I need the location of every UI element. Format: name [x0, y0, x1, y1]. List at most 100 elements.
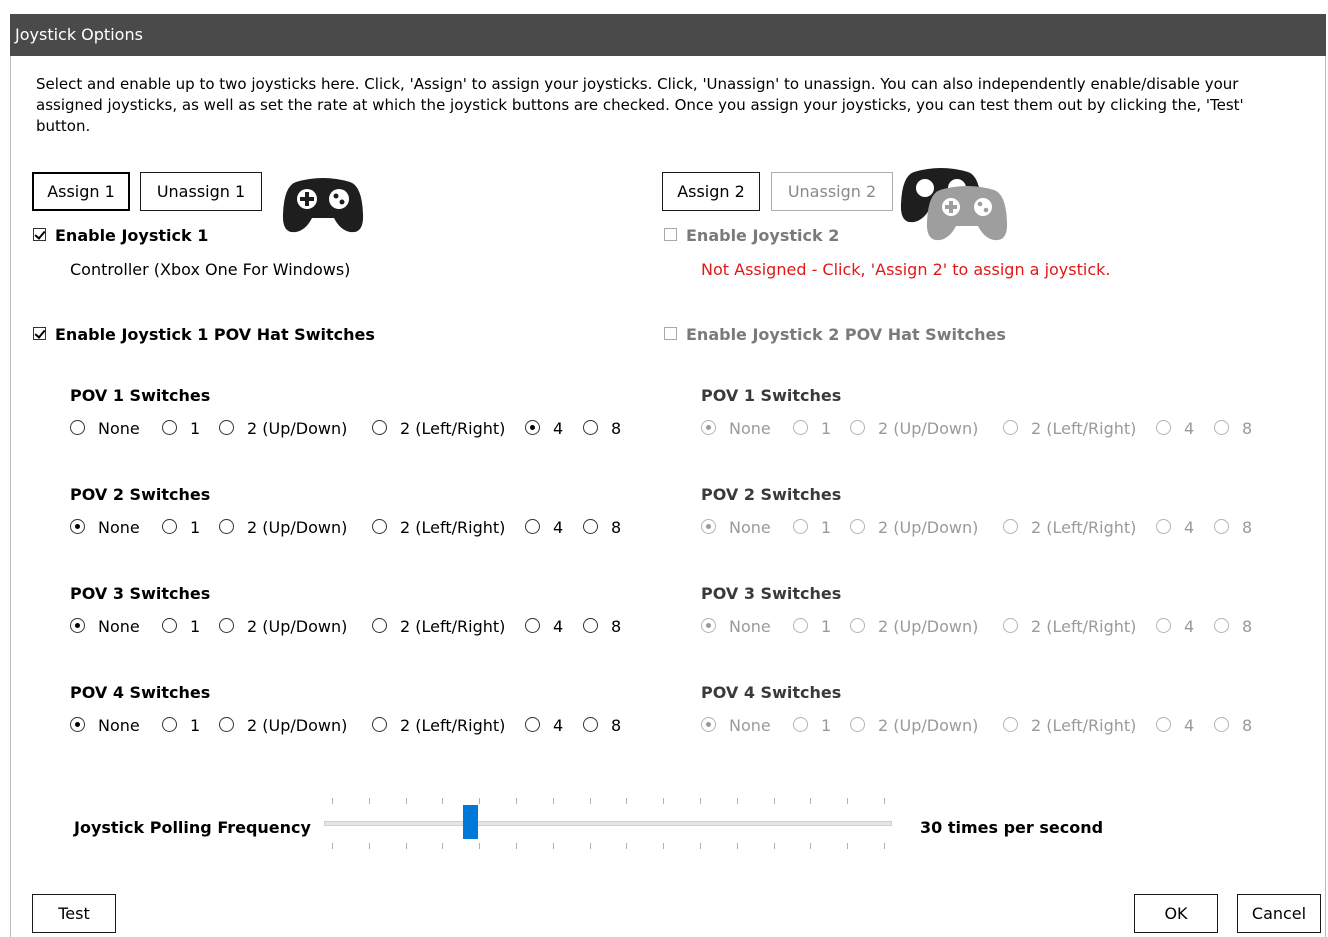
radio-option-label: 8 [1242, 419, 1253, 438]
slider-tick [405, 798, 407, 804]
radio-option-label: 1 [821, 617, 832, 636]
unassign-2-button[interactable]: Unassign 2 [771, 172, 893, 211]
slider-tick [663, 798, 665, 804]
slider-tick [479, 798, 481, 804]
pov-1-radio-group: None 1 2 (Up/Down) 2 (Left/Right) 4 8 [70, 419, 640, 441]
checkbox-box [33, 228, 46, 241]
pov-3-title: POV 3 Switches [701, 584, 842, 603]
slider-tick [479, 843, 481, 849]
radio-circle-icon [219, 618, 234, 633]
radio-option-label: 2 (Left/Right) [1031, 518, 1137, 537]
assign-1-button[interactable]: Assign 1 [32, 172, 130, 211]
radio-option-label: 2 (Up/Down) [878, 419, 979, 438]
slider-tick [700, 843, 701, 849]
slider-tick [663, 843, 665, 849]
radio-option-label: None [729, 518, 771, 537]
radio-option-label: 8 [1242, 518, 1253, 537]
radio-option-label: 4 [553, 419, 564, 438]
radio-option-label: 2 (Left/Right) [1031, 419, 1137, 438]
pov-3-title: POV 3 Switches [70, 584, 211, 603]
radio-circle-icon [1214, 519, 1229, 534]
radio-circle-icon [583, 420, 598, 435]
gamepad-icon [282, 178, 364, 233]
slider-tick [332, 798, 333, 804]
enable-joystick-2-label: Enable Joystick 2 [686, 226, 840, 245]
radio-circle-icon [850, 717, 865, 732]
radio-circle-icon [701, 519, 716, 534]
pov-2-radio-group: None 1 2 (Up/Down) 2 (Left/Right) 4 8 [70, 518, 640, 540]
checkbox-box [664, 327, 677, 340]
radio-option-label: 4 [1184, 716, 1195, 735]
pov-2-radio-group: None 1 2 (Up/Down) 2 (Left/Right) 4 8 [701, 518, 1271, 540]
radio-circle-icon [70, 519, 85, 534]
assign-2-button[interactable]: Assign 2 [662, 172, 760, 211]
radio-circle-icon [1156, 519, 1171, 534]
radio-circle-icon [1156, 420, 1171, 435]
joystick-2-status-message: Not Assigned - Click, 'Assign 2' to assi… [701, 260, 1111, 279]
radio-circle-icon [162, 519, 177, 534]
radio-circle-icon [162, 420, 177, 435]
radio-circle-icon [162, 618, 177, 633]
cancel-button[interactable]: Cancel [1237, 894, 1321, 933]
polling-frequency-value: 30 times per second [920, 818, 1104, 837]
radio-circle-icon [1003, 420, 1018, 435]
radio-option-label: 8 [611, 518, 622, 537]
radio-option-label: 2 (Up/Down) [247, 518, 348, 537]
radio-circle-icon [701, 618, 716, 633]
radio-option-label: 4 [553, 617, 564, 636]
test-button[interactable]: Test [32, 894, 116, 933]
radio-circle-icon [583, 519, 598, 534]
title-bar: Joystick Options [10, 14, 1326, 56]
slider-tick [442, 843, 444, 849]
checkbox-box [33, 327, 46, 340]
radio-circle-icon [1214, 420, 1229, 435]
radio-option-label: 8 [611, 716, 622, 735]
pov-2-title: POV 2 Switches [70, 485, 211, 504]
radio-option-label: 8 [1242, 617, 1253, 636]
radio-circle-icon [793, 717, 808, 732]
pov-4-radio-group: None 1 2 (Up/Down) 2 (Left/Right) 4 8 [701, 716, 1271, 738]
radio-option-label: 2 (Left/Right) [400, 716, 506, 735]
radio-circle-icon [1003, 618, 1018, 633]
radio-circle-icon [525, 717, 540, 732]
radio-option-label: 2 (Up/Down) [878, 716, 979, 735]
radio-circle-icon [850, 420, 865, 435]
ok-button[interactable]: OK [1134, 894, 1218, 933]
polling-slider-track[interactable] [324, 821, 892, 826]
radio-circle-icon [1003, 519, 1018, 534]
radio-option-label: 2 (Left/Right) [400, 518, 506, 537]
radio-option-label: 1 [190, 617, 201, 636]
radio-circle-icon [850, 618, 865, 633]
radio-option-label: None [729, 419, 771, 438]
slider-tick [736, 843, 738, 849]
slider-tick [884, 798, 885, 804]
slider-tick [516, 843, 517, 849]
radio-circle-icon [372, 618, 387, 633]
radio-option-label: 2 (Left/Right) [1031, 617, 1137, 636]
radio-option-label: 1 [821, 716, 832, 735]
radio-circle-icon [70, 717, 85, 732]
slider-tick [516, 798, 517, 804]
radio-option-label: 2 (Left/Right) [1031, 716, 1137, 735]
slider-tick [368, 798, 370, 804]
radio-option-label: 4 [1184, 617, 1195, 636]
radio-option-label: 2 (Up/Down) [247, 716, 348, 735]
radio-circle-icon [1003, 717, 1018, 732]
window-title: Joystick Options [15, 25, 143, 44]
radio-circle-icon [1214, 618, 1229, 633]
pov-1-radio-group: None 1 2 (Up/Down) 2 (Left/Right) 4 8 [701, 419, 1271, 441]
unassign-1-button[interactable]: Unassign 1 [140, 172, 262, 211]
radio-option-label: 4 [1184, 419, 1195, 438]
enable-joystick-1-label: Enable Joystick 1 [55, 226, 209, 245]
polling-slider-thumb[interactable] [463, 805, 478, 839]
radio-option-label: None [729, 617, 771, 636]
radio-option-label: 2 (Up/Down) [247, 617, 348, 636]
instructions-text: Select and enable up to two joysticks he… [36, 75, 1244, 135]
slider-tick [810, 798, 812, 804]
radio-circle-icon [525, 618, 540, 633]
radio-circle-icon [70, 420, 85, 435]
radio-circle-icon [701, 420, 716, 435]
radio-option-label: 1 [821, 419, 832, 438]
radio-option-label: None [98, 716, 140, 735]
slider-tick [368, 843, 370, 849]
